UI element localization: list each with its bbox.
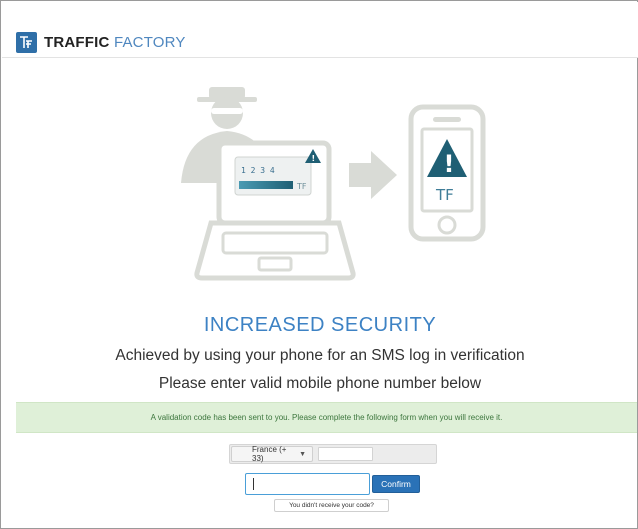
phone-logo: TF <box>435 186 454 204</box>
svg-text:!: ! <box>312 154 316 163</box>
brand-name-secondary: FACTORY <box>113 34 186 51</box>
laptop-screen-digits: 1 2 3 4 <box>241 166 275 175</box>
brand-name-primary: TRAFFIC <box>44 34 110 51</box>
validation-alert-text: A validation code has been sent to you. … <box>150 413 503 422</box>
verification-code-input[interactable] <box>245 473 370 495</box>
brand-name[interactable]: TRAFFIC FACTORY <box>44 34 186 51</box>
laptop-logo: TF <box>296 182 307 191</box>
page-subtitle: Achieved by using your phone for an SMS … <box>115 347 525 364</box>
phone-warning-glyph: ! <box>444 150 455 178</box>
text-cursor <box>253 478 254 490</box>
security-illustration: 1 2 3 4 TF ! ! TF <box>181 87 486 281</box>
tf-monogram-icon <box>20 36 32 48</box>
validation-alert: A validation code has been sent to you. … <box>16 402 637 433</box>
page-title: INCREASED SECURITY <box>203 314 437 336</box>
phone-number-input[interactable] <box>318 447 373 461</box>
country-code-select[interactable]: France (+ 33) ▼ <box>231 445 313 463</box>
phone-number-group: France (+ 33) ▼ <box>229 444 437 464</box>
laptop-icon: 1 2 3 4 TF ! <box>194 140 356 281</box>
resend-code-button[interactable]: You didn't receive your code? <box>274 499 389 512</box>
caret-down-icon: ▼ <box>299 450 306 458</box>
page-frame: TRAFFIC FACTORY 1 2 3 4 TF ! ! TF INCREA… <box>0 0 638 529</box>
site-header: TRAFFIC FACTORY <box>2 2 638 58</box>
confirm-button[interactable]: Confirm <box>372 475 420 493</box>
logo-icon[interactable] <box>16 32 37 53</box>
page-instruction: Please enter valid mobile phone number b… <box>158 375 482 392</box>
phone-icon: ! TF <box>408 104 486 242</box>
country-code-value: France (+ 33) <box>252 445 287 463</box>
arrow-right-icon <box>349 151 397 199</box>
